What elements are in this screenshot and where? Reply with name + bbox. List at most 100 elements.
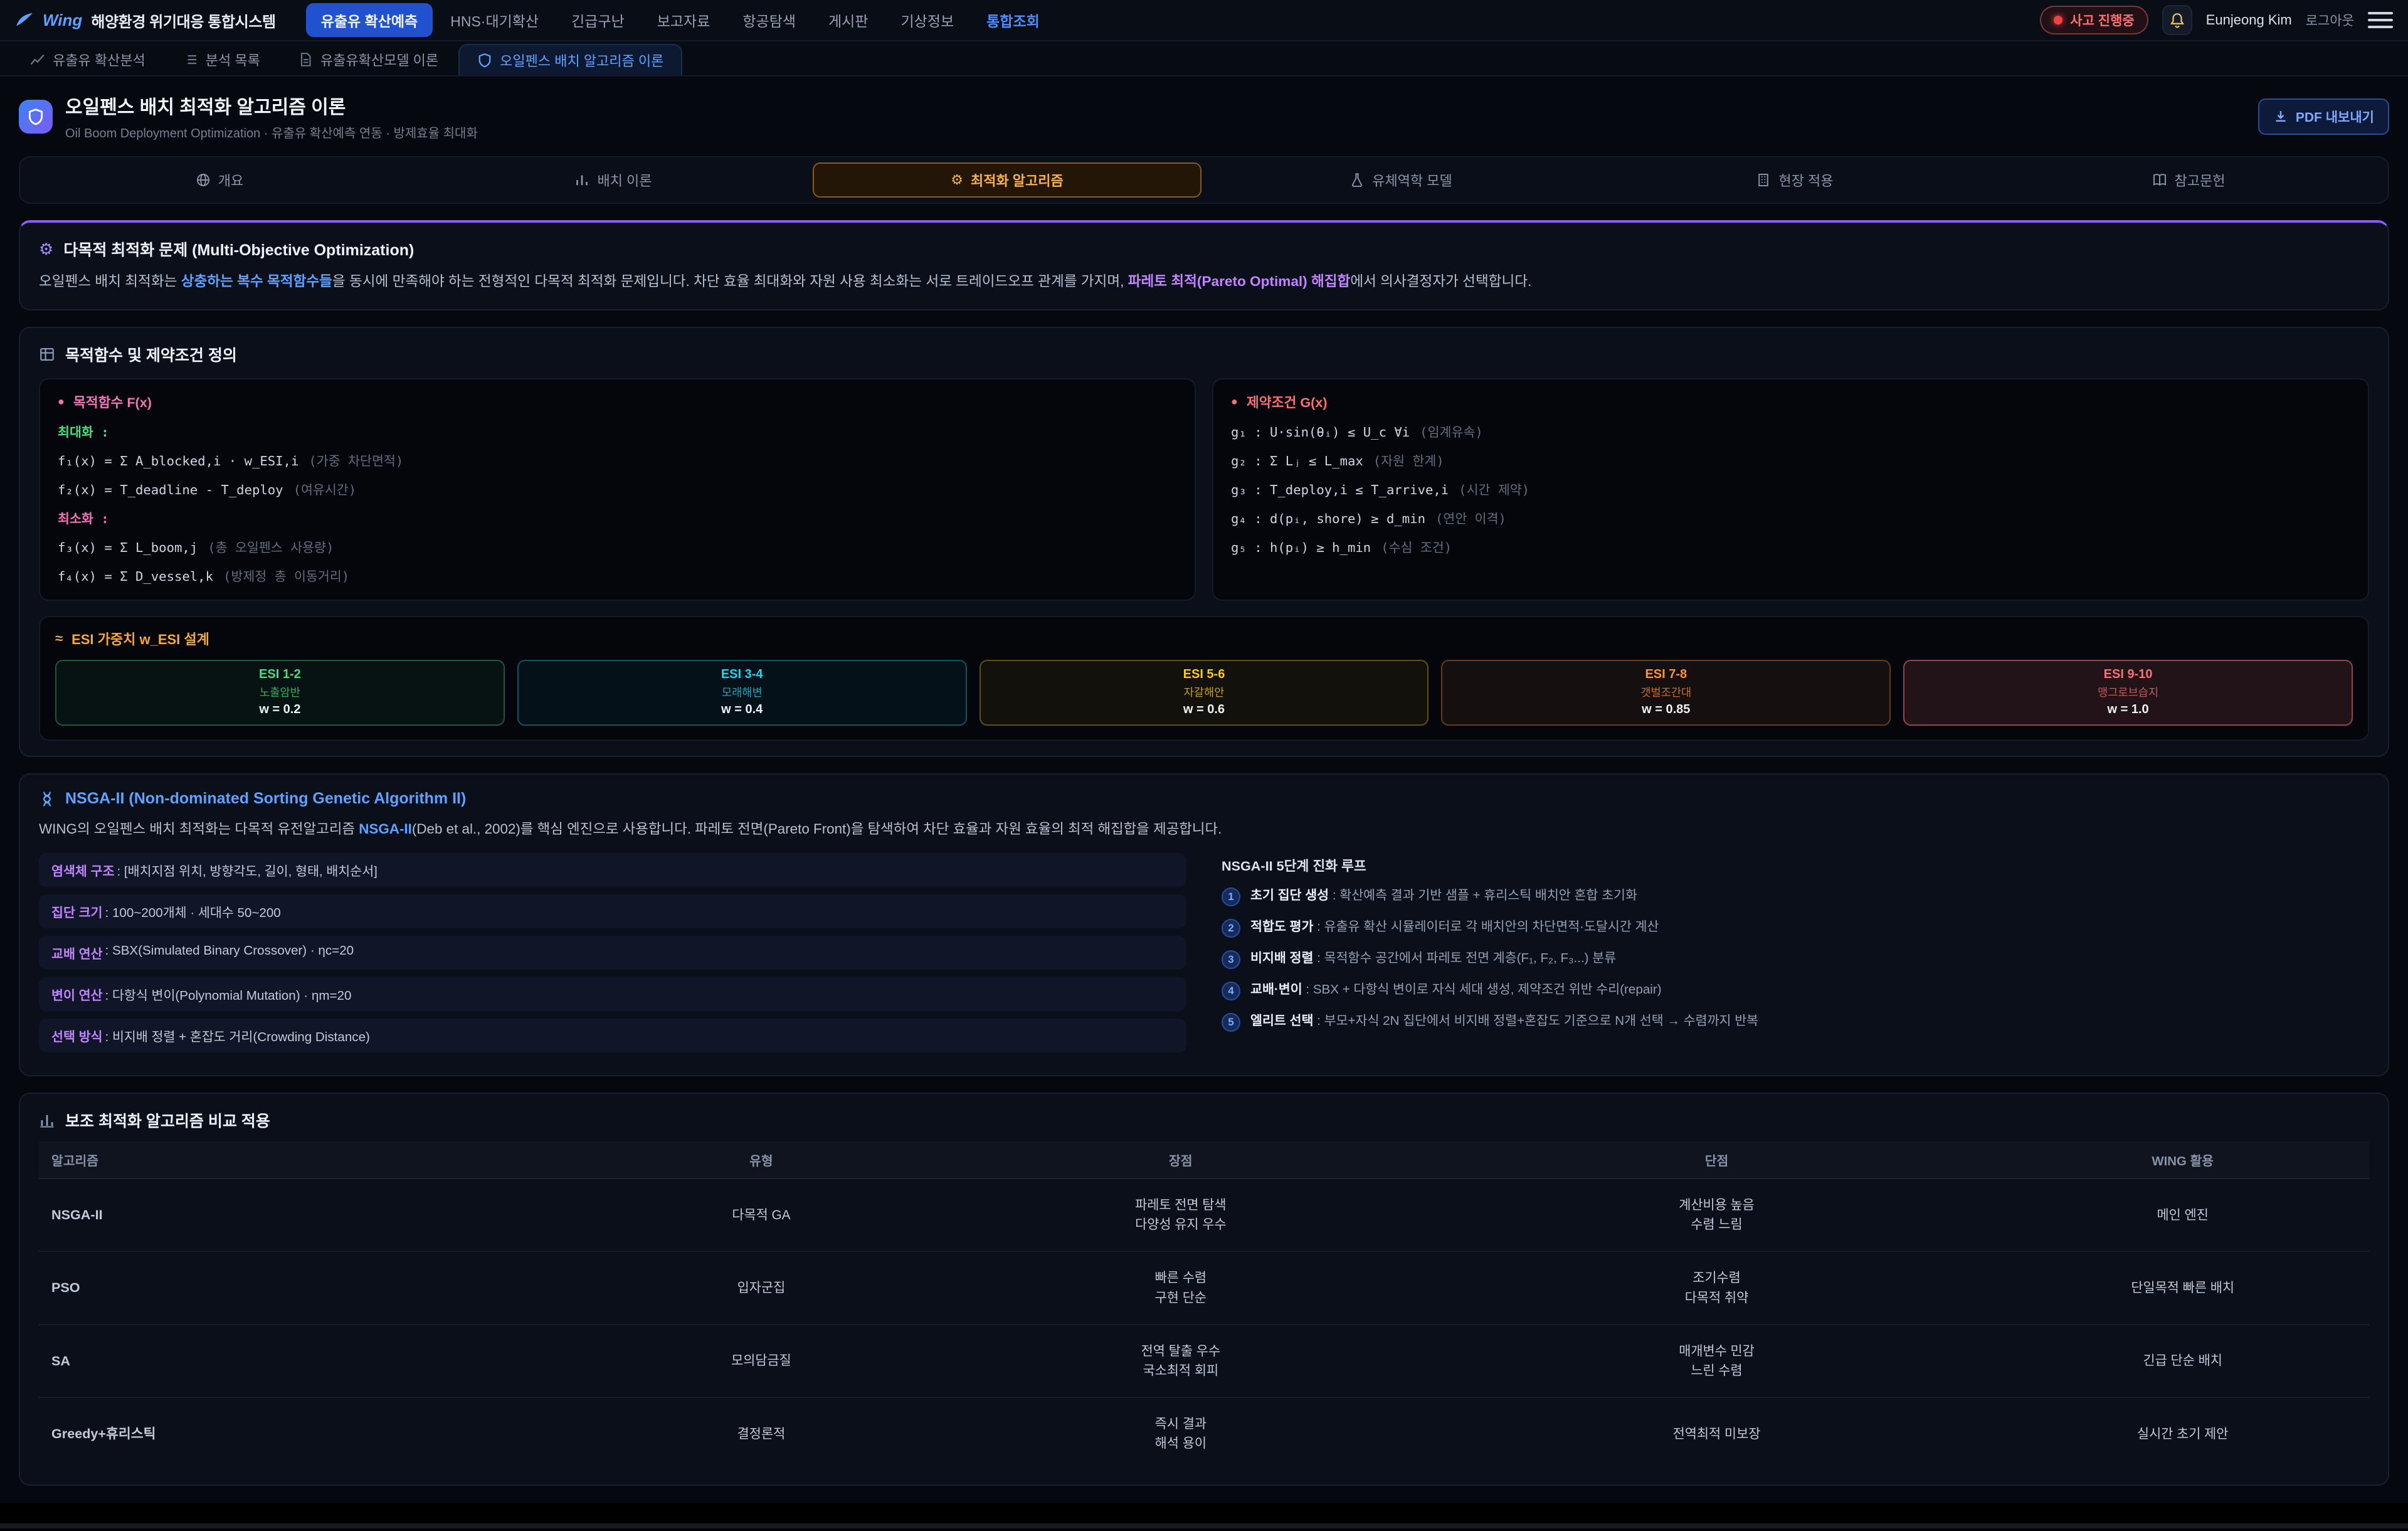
loop-step-3: 3비지배 정렬 : 목적함수 공간에서 파레토 전면 계층(F₁, F₂, F₃… xyxy=(1222,949,2369,969)
highlight-objectives: 상충하는 복수 목적함수들 xyxy=(181,273,332,289)
nav-item-reports[interactable]: 보고자료 xyxy=(642,3,726,37)
tab-overview[interactable]: 개요 xyxy=(25,162,414,198)
param-row-population: 집단 크기 : 100~200개체 · 세대수 50~200 xyxy=(39,894,1186,928)
tab-references[interactable]: 참고문헌 xyxy=(1994,162,2383,198)
user-name: Eunjeong Kim xyxy=(2206,12,2292,28)
formula: f₂(x) = T_deadline - T_deploy xyxy=(58,482,283,497)
nav-right: 사고 진행중 Eunjeong Kim 로그아웃 xyxy=(2040,5,2393,35)
esi-range: ESI 3-4 xyxy=(524,667,961,682)
step-desc: : 부모+자식 2N 집단에서 비지배 정렬+혼잡도 기준으로 N개 선택 → … xyxy=(1313,1014,1758,1028)
section-heading: ⚙ 다목적 최적화 문제 (Multi-Objective Optimizati… xyxy=(39,238,2369,260)
tab-optimization-algorithm[interactable]: ⚙ 최적화 알고리즘 xyxy=(813,162,1201,198)
algorithm-name-cell: Greedy+휴리스틱 xyxy=(39,1397,598,1470)
type-cell: 모의담금질 xyxy=(598,1325,924,1397)
constraint-icon: ● xyxy=(1231,395,1238,408)
tab-label: 최적화 알고리즘 xyxy=(971,170,1064,190)
nav-item-hns[interactable]: HNS·대기확산 xyxy=(435,3,554,37)
tab-deployment-theory[interactable]: 배치 이론 xyxy=(419,162,808,198)
esi-title-label: ESI 가중치 w_ESI 설계 xyxy=(71,628,209,649)
section-title: 다목적 최적화 문제 (Multi-Objective Optimization… xyxy=(63,238,414,260)
page-subtitle: Oil Boom Deployment Optimization · 유출유 확… xyxy=(65,123,478,141)
section-title: 보조 최적화 알고리즘 비교 적용 xyxy=(65,1109,270,1131)
tab-analysis-list[interactable]: 분석 목록 xyxy=(166,44,278,75)
app-brand[interactable]: Wing 해양환경 위기대응 통합시스템 xyxy=(15,9,276,31)
esi-shore-type: 자갈해안 xyxy=(986,684,1423,700)
tab-boom-algorithm-theory[interactable]: 오일펜스 배치 알고리즘 이론 xyxy=(458,44,682,75)
column-header-wing-usage: WING 활용 xyxy=(1996,1142,2369,1179)
main-content: 오일펜스 배치 최적화 알고리즘 이론 Oil Boom Deployment … xyxy=(0,77,2408,1486)
nav-item-rescue[interactable]: 긴급구난 xyxy=(556,3,640,37)
formula-note: (임계유속) xyxy=(1420,425,1483,440)
step-number-badge: 5 xyxy=(1222,1013,1240,1032)
theory-tab-strip: 개요 배치 이론 ⚙ 최적화 알고리즘 유체역학 모델 현장 적용 참고문헌 xyxy=(19,156,2389,204)
page-title: 오일펜스 배치 최적화 알고리즘 이론 xyxy=(65,92,478,119)
horizontal-scrollbar[interactable] xyxy=(0,1523,2408,1528)
tab-hydrodynamic-model[interactable]: 유체역학 모델 xyxy=(1207,162,1595,198)
step-desc: : SBX + 다항식 변이로 자식 세대 생성, 제약조건 위반 수리(rep… xyxy=(1302,982,1662,997)
formula: f₁(x) = Σ A_blocked,i · w_ESI,i xyxy=(58,453,298,469)
formula-note: (방제정 총 이동거리) xyxy=(223,569,349,584)
nav-item-weather[interactable]: 기상정보 xyxy=(886,3,969,37)
nav-item-spill-prediction[interactable]: 유출유 확산예측 xyxy=(306,3,433,37)
step-lead: 적합도 평가 xyxy=(1250,919,1313,934)
param-value: : SBX(Simulated Binary Crossover) · ηc=2… xyxy=(105,943,354,962)
esi-shore-type: 맹그로브습지 xyxy=(1909,684,2347,700)
section-heading: 목적함수 및 제약조건 정의 xyxy=(39,343,2369,366)
formula: g₄ : d(pᵢ, shore) ≥ d_min xyxy=(1231,511,1425,526)
constraint-g1: g₁ : U·sin(θᵢ) ≤ U_c ∀i(임계유속) xyxy=(1231,421,2350,440)
comparison-table: 알고리즘 유형 장점 단점 WING 활용 NSGA-II 다목적 GA 파레토… xyxy=(39,1142,2369,1470)
formula: f₄(x) = Σ D_vessel,k xyxy=(58,569,213,584)
notifications-button[interactable] xyxy=(2162,5,2192,35)
formula: g₅ : h(pᵢ) ≥ h_min xyxy=(1231,540,1371,555)
logout-link[interactable]: 로그아웃 xyxy=(2306,11,2354,29)
panel-title: ● 목적함수 F(x) xyxy=(58,392,1177,411)
wing-logo-icon xyxy=(15,12,34,28)
esi-shore-type: 갯벌조간대 xyxy=(1447,684,1884,700)
step-number-badge: 2 xyxy=(1222,919,1240,938)
esi-range: ESI 1-2 xyxy=(61,667,499,682)
bell-icon xyxy=(2169,12,2185,28)
type-cell: 결정론적 xyxy=(598,1397,924,1470)
tab-label: 개요 xyxy=(218,170,243,190)
tab-spill-analysis[interactable]: 유출유 확산분석 xyxy=(13,44,163,75)
column-header-cons: 단점 xyxy=(1437,1142,1997,1179)
pros-cell: 빠른 수렴 구현 단순 xyxy=(924,1251,1437,1324)
tab-label: 현장 적용 xyxy=(1778,170,1833,190)
nav-item-board[interactable]: 게시판 xyxy=(813,3,883,37)
objective-f3: f₃(x) = Σ L_boom,j (총 오일펜스 사용량) xyxy=(58,537,1177,556)
step-desc: : 목적함수 공간에서 파레토 전면 계층(F₁, F₂, F₃...) 분류 xyxy=(1313,951,1616,965)
formula: f₃(x) = Σ L_boom,j xyxy=(58,540,198,555)
dna-icon xyxy=(39,791,55,807)
nav-item-integrated-search[interactable]: 통합조회 xyxy=(971,3,1055,37)
esi-tile-9-10: ESI 9-10 맹그로브습지 w = 1.0 xyxy=(1903,660,2353,726)
esi-tile-5-6: ESI 5-6 자갈해안 w = 0.6 xyxy=(980,660,1429,726)
table-row-greedy: Greedy+휴리스틱 결정론적 즉시 결과 해석 용이 전역최적 미보장 실시… xyxy=(39,1397,2369,1470)
type-cell: 다목적 GA xyxy=(598,1179,924,1251)
objective-f4: f₄(x) = Σ D_vessel,k (방제정 총 이동거리) xyxy=(58,566,1177,585)
menu-button[interactable] xyxy=(2368,8,2393,32)
param-row-chromosome: 염색체 구조 : [배치지점 위치, 방향각도, 길이, 형태, 배치순서] xyxy=(39,853,1186,887)
multi-objective-section: ⚙ 다목적 최적화 문제 (Multi-Objective Optimizati… xyxy=(19,220,2389,310)
step-lead: 교배·변이 xyxy=(1250,982,1302,997)
formula-note: (연안 이격) xyxy=(1435,511,1506,526)
gear-icon: ⚙ xyxy=(39,241,53,257)
esi-range: ESI 5-6 xyxy=(986,667,1423,682)
esi-shore-type: 모래해변 xyxy=(524,684,961,700)
loop-title: NSGA-II 5단계 진화 루프 xyxy=(1222,856,2369,875)
nav-item-aerial-search[interactable]: 항공탐색 xyxy=(727,3,811,37)
formula-note: (수심 조건) xyxy=(1381,540,1452,555)
grid-icon xyxy=(39,346,55,363)
tab-diffusion-model-theory[interactable]: 유출유확산모델 이론 xyxy=(280,44,456,75)
objective-function-panel: ● 목적함수 F(x) 최대화 : f₁(x) = Σ A_blocked,i … xyxy=(39,378,1196,601)
nsga-section: NSGA-II (Non-dominated Sorting Genetic A… xyxy=(19,773,2389,1076)
formula-note: (총 오일펜스 사용량) xyxy=(208,540,334,555)
tab-field-application[interactable]: 현장 적용 xyxy=(1600,162,1989,198)
step-text: 엘리트 선택 : 부모+자식 2N 집단에서 비지배 정렬+혼잡도 기준으로 N… xyxy=(1250,1012,1758,1030)
page: Wing 해양환경 위기대응 통합시스템 유출유 확산예측 HNS·대기확산 긴… xyxy=(0,0,2408,1531)
esi-tiles: ESI 1-2 노출암반 w = 0.2 ESI 3-4 모래해변 w = 0.… xyxy=(55,660,2353,726)
pdf-export-button[interactable]: PDF 내보내기 xyxy=(2258,98,2389,135)
bar-chart-icon xyxy=(39,1112,55,1128)
tab-label: 분석 목록 xyxy=(206,50,260,70)
cons-cell: 계산비용 높음 수렴 느림 xyxy=(1437,1179,1997,1251)
wave-icon: ≈ xyxy=(55,630,63,647)
